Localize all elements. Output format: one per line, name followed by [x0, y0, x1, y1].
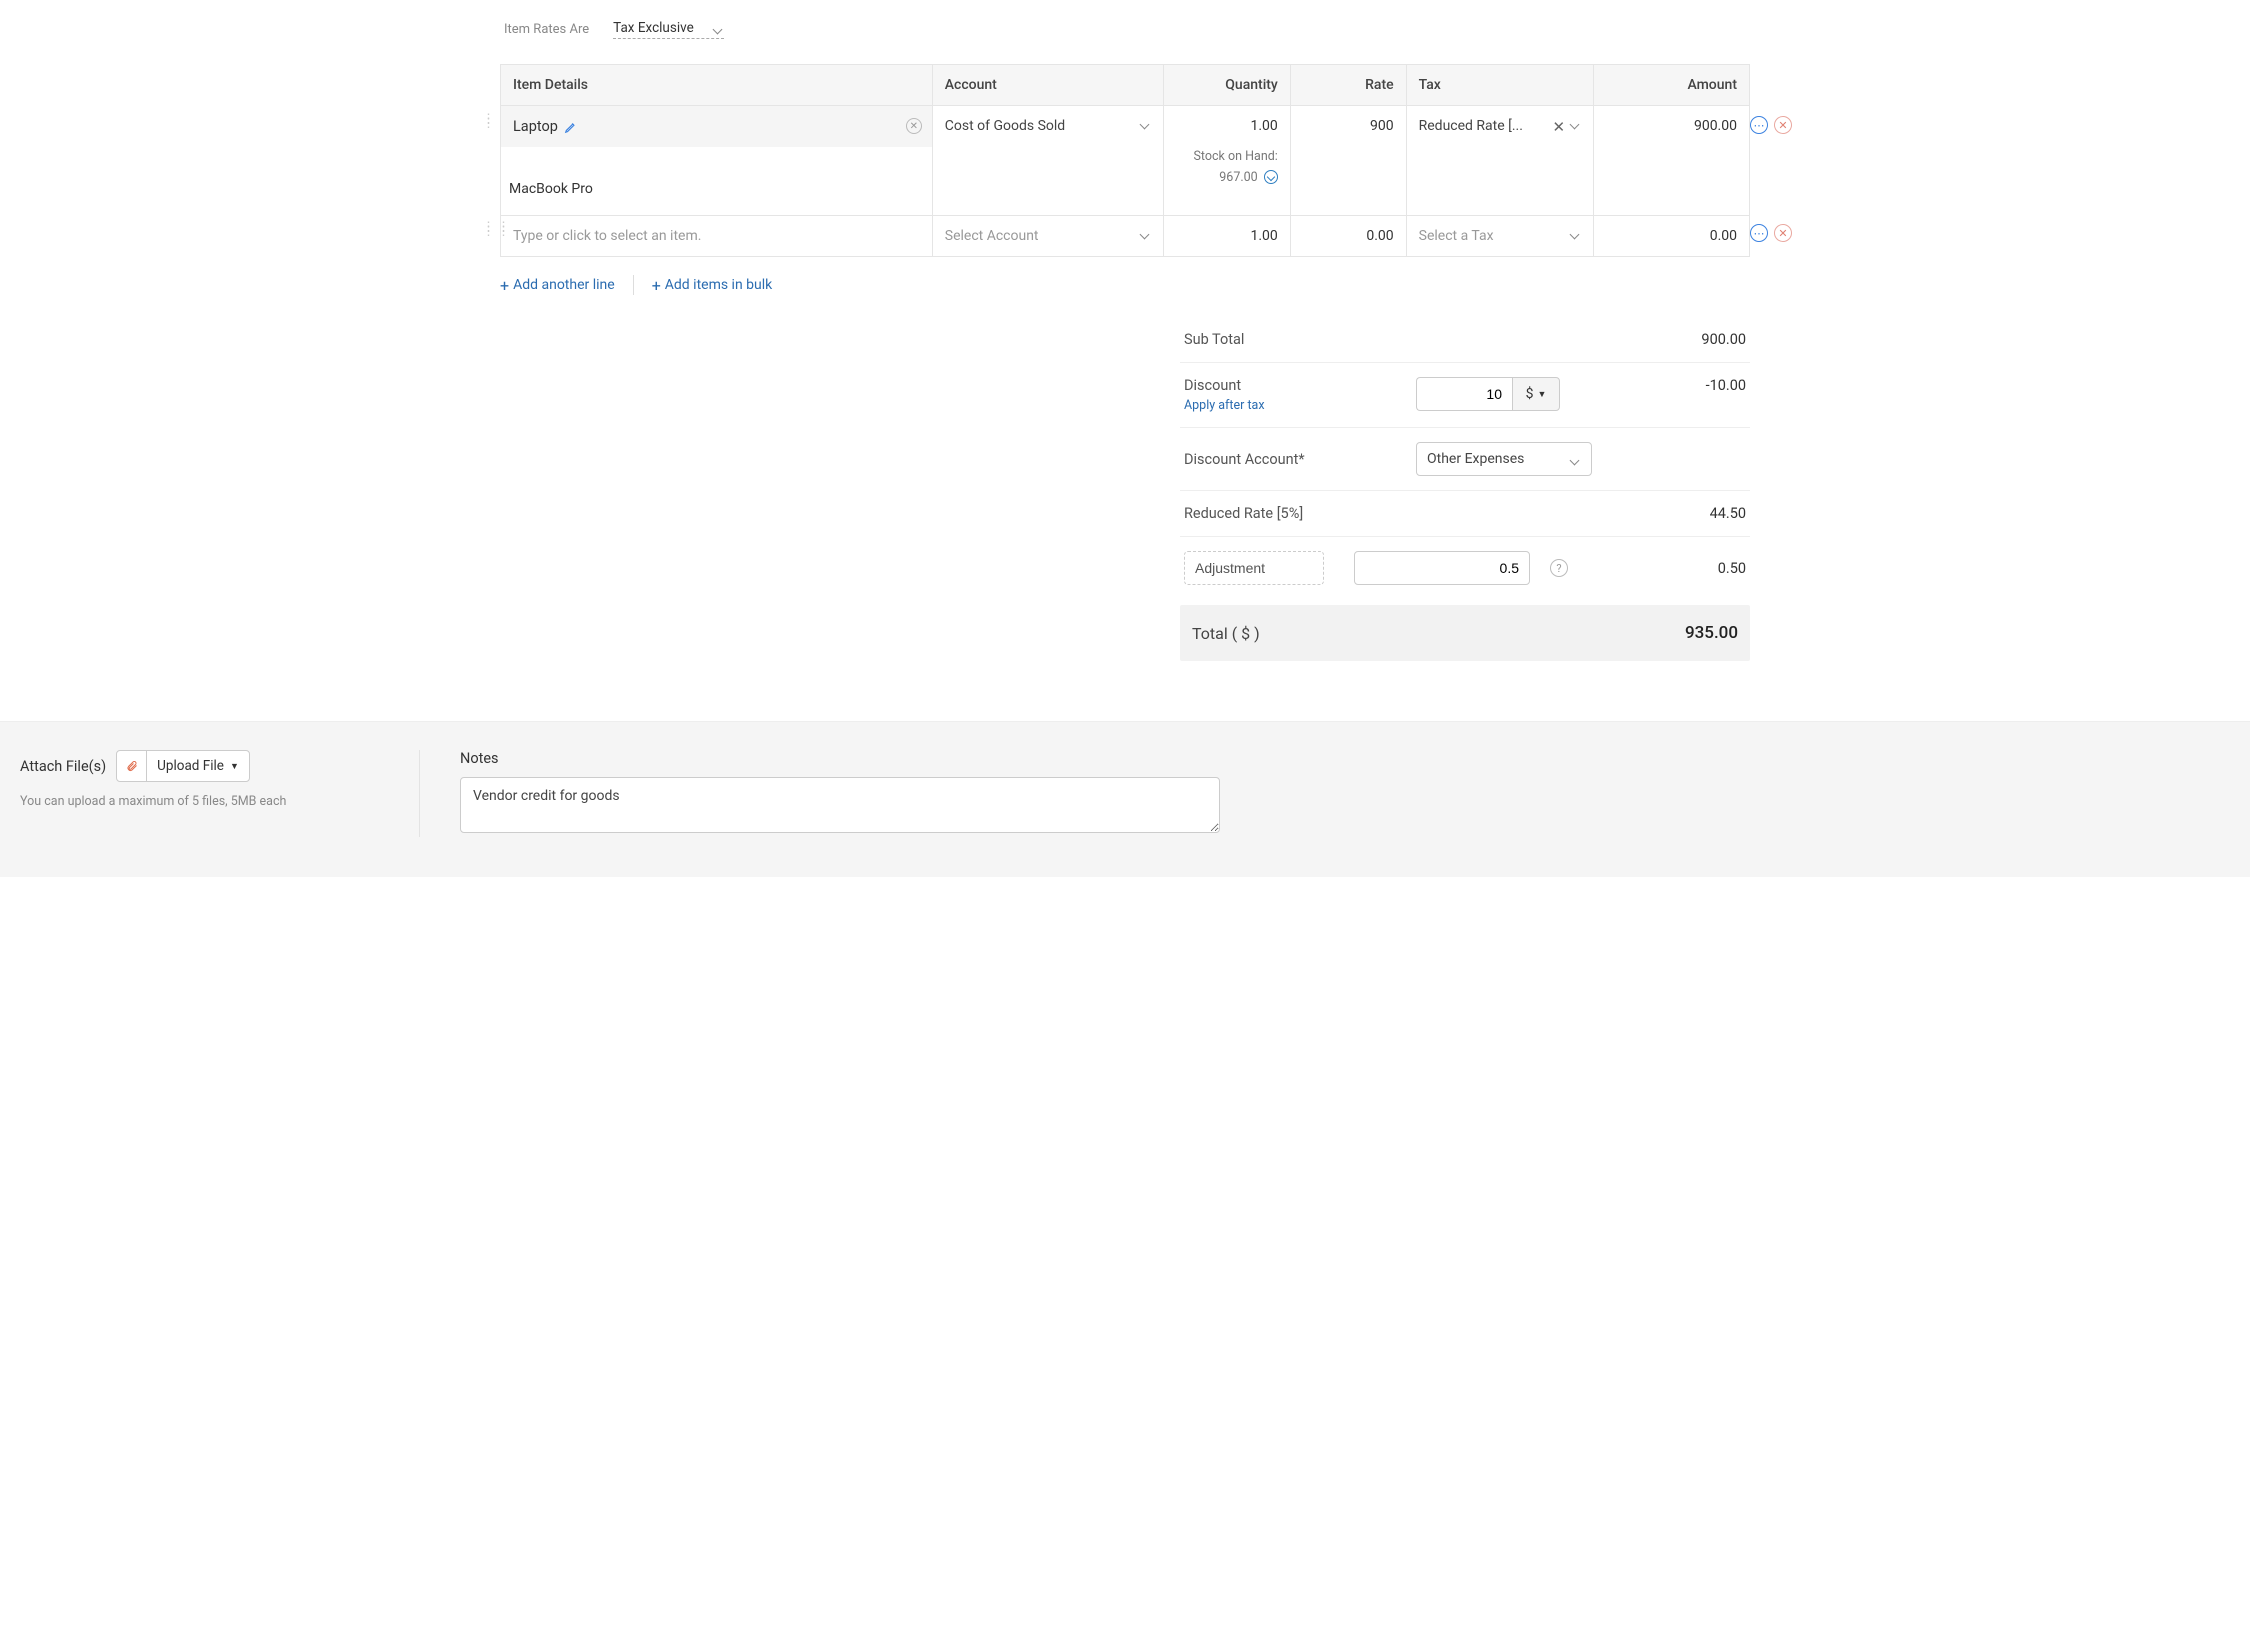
caret-down-icon: ▼ [230, 761, 239, 772]
account-select[interactable]: Select Account [945, 228, 1152, 244]
adjustment-value: 0.50 [1636, 560, 1746, 577]
discount-account-value: Other Expenses [1427, 451, 1524, 467]
row-delete-icon[interactable]: ✕ [1774, 224, 1792, 242]
amount-cell: 0.00 [1594, 216, 1750, 257]
col-header-rate: Rate [1290, 65, 1406, 106]
col-header-item: Item Details [501, 65, 933, 106]
amount-cell: 900.00 [1594, 106, 1750, 216]
rate-input[interactable]: 0.00 [1290, 216, 1406, 257]
account-select[interactable]: Cost of Goods Sold [945, 118, 1152, 134]
row-more-icon[interactable]: ⋯ [1750, 224, 1768, 242]
add-line-button[interactable]: +Add another line [500, 276, 615, 295]
chevron-down-icon [714, 23, 724, 33]
attach-hint: You can upload a maximum of 5 files, 5MB… [20, 794, 389, 809]
stock-label: Stock on Hand: [1193, 149, 1277, 164]
col-header-quantity: Quantity [1164, 65, 1290, 106]
row-delete-icon[interactable]: ✕ [1774, 116, 1792, 134]
tax-value: Reduced Rate [... [1419, 118, 1547, 134]
row-more-icon[interactable]: ⋯ [1750, 116, 1768, 134]
tax-select[interactable]: Reduced Rate [... ✕ [1419, 118, 1581, 136]
tax-line-label: Reduced Rate [5%] [1184, 505, 1416, 522]
discount-account-select[interactable]: Other Expenses [1416, 442, 1592, 476]
tax-mode-value: Tax Exclusive [613, 20, 694, 36]
subtotal-label: Sub Total [1184, 331, 1416, 348]
attach-files-label: Attach File(s) [20, 758, 106, 775]
divider [633, 275, 634, 295]
account-placeholder: Select Account [945, 228, 1039, 244]
rate-input[interactable]: 900 [1290, 106, 1406, 216]
clear-tax-icon[interactable]: ✕ [1553, 118, 1566, 136]
chevron-down-icon [1141, 118, 1151, 128]
col-header-tax: Tax [1406, 65, 1593, 106]
adjustment-value-input[interactable] [1354, 551, 1530, 585]
discount-value: -10.00 [1636, 377, 1746, 394]
table-row: Type or click to select an item. Select … [501, 216, 1750, 257]
tax-line-value: 44.50 [1636, 505, 1746, 522]
discount-input[interactable] [1416, 377, 1512, 411]
total-label: Total ( $ ) [1192, 624, 1685, 643]
paperclip-icon [117, 751, 147, 781]
refresh-stock-icon[interactable] [1264, 170, 1278, 184]
adjustment-label-input[interactable] [1184, 551, 1324, 585]
subtotal-value: 900.00 [1636, 331, 1746, 348]
add-line-label: Add another line [513, 277, 615, 293]
discount-label: Discount [1184, 377, 1416, 394]
tax-select[interactable]: Select a Tax [1419, 228, 1581, 244]
quantity-input[interactable]: 1.00 [1164, 216, 1290, 257]
apply-after-tax-link[interactable]: Apply after tax [1184, 398, 1416, 413]
edit-icon[interactable] [564, 120, 578, 134]
caret-down-icon: ▼ [1537, 389, 1546, 400]
tax-mode-select[interactable]: Tax Exclusive [613, 20, 724, 39]
discount-unit-toggle[interactable]: $ ▼ [1512, 377, 1560, 411]
add-bulk-button[interactable]: +Add items in bulk [652, 276, 773, 295]
drag-handle-icon[interactable]: ⋮⋮⋮⋮ [482, 226, 496, 234]
discount-unit-value: $ [1526, 386, 1534, 402]
tax-placeholder: Select a Tax [1419, 228, 1565, 244]
chevron-down-icon [1571, 228, 1581, 238]
clear-item-icon[interactable]: ✕ [906, 118, 922, 134]
chevron-down-icon [1571, 118, 1581, 128]
help-icon[interactable]: ? [1550, 559, 1568, 577]
add-bulk-label: Add items in bulk [665, 277, 772, 293]
drag-handle-icon[interactable]: ⋮⋮⋮⋮ [482, 118, 496, 126]
notes-label: Notes [460, 750, 2230, 767]
table-row: Laptop ✕ MacBook Pro Cost of Goods Sold [501, 106, 1750, 216]
plus-icon: + [652, 276, 661, 295]
item-select-input[interactable]: Type or click to select an item. [513, 228, 701, 244]
upload-file-button[interactable]: Upload File ▼ [116, 750, 250, 782]
plus-icon: + [500, 276, 509, 295]
item-rates-label: Item Rates Are [504, 22, 589, 37]
col-header-amount: Amount [1594, 65, 1750, 106]
total-value: 935.00 [1685, 623, 1738, 643]
line-items-table: Item Details Account Quantity Rate Tax A… [500, 64, 1750, 257]
discount-account-label: Discount Account* [1184, 451, 1416, 468]
quantity-input[interactable]: 1.00 [1176, 118, 1277, 134]
item-name-field[interactable]: Laptop [513, 118, 578, 135]
col-header-account: Account [932, 65, 1164, 106]
upload-file-label: Upload File [157, 758, 224, 774]
stock-value: 967.00 [1219, 170, 1257, 185]
notes-textarea[interactable] [460, 777, 1220, 833]
chevron-down-icon [1571, 454, 1581, 464]
item-name-text: Laptop [513, 118, 558, 135]
account-value: Cost of Goods Sold [945, 118, 1065, 134]
chevron-down-icon [1141, 228, 1151, 238]
